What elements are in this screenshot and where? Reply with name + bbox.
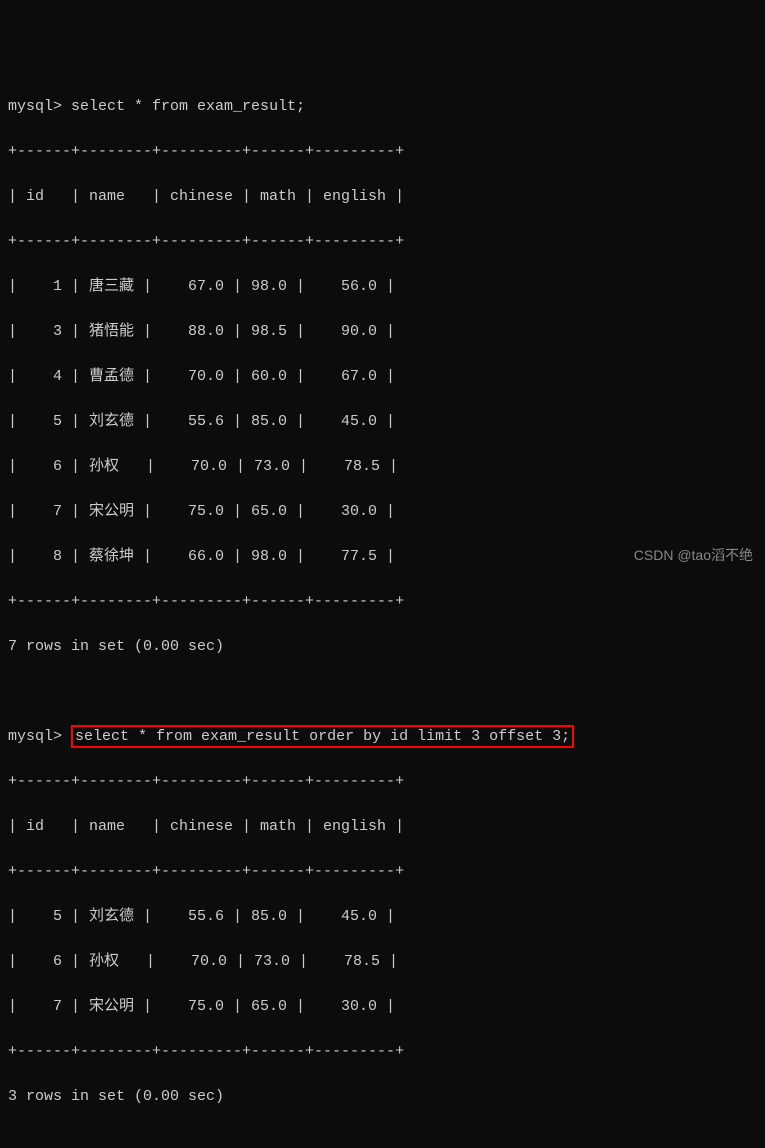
table-row: | 6 | 孙权 | 70.0 | 73.0 | 78.5 | (8, 951, 757, 974)
query2-border-mid: +------+--------+---------+------+------… (8, 861, 757, 884)
blank-line (8, 681, 757, 704)
table-row: | 3 | 猪悟能 | 88.0 | 98.5 | 90.0 | (8, 321, 757, 344)
query1-header: | id | name | chinese | math | english | (8, 186, 757, 209)
query2-summary: 3 rows in set (0.00 sec) (8, 1086, 757, 1109)
query1-prompt-line: mysql> select * from exam_result; (8, 96, 757, 119)
query2-sql-highlighted: select * from exam_result order by id li… (71, 725, 574, 748)
query1-summary: 7 rows in set (0.00 sec) (8, 636, 757, 659)
table-row: | 1 | 唐三藏 | 67.0 | 98.0 | 56.0 | (8, 276, 757, 299)
watermark-text: CSDN @tao滔不绝 (634, 545, 753, 566)
query2-border-bottom: +------+--------+---------+------+------… (8, 1041, 757, 1064)
mysql-prompt: mysql> (8, 728, 62, 745)
table-row: | 7 | 宋公明 | 75.0 | 65.0 | 30.0 | (8, 996, 757, 1019)
query1-border-top: +------+--------+---------+------+------… (8, 141, 757, 164)
table-row: | 5 | 刘玄德 | 55.6 | 85.0 | 45.0 | (8, 411, 757, 434)
table-row: | 7 | 宋公明 | 75.0 | 65.0 | 30.0 | (8, 501, 757, 524)
query1-border-bottom: +------+--------+---------+------+------… (8, 591, 757, 614)
query1-sql: select * from exam_result; (71, 98, 305, 115)
query1-border-mid: +------+--------+---------+------+------… (8, 231, 757, 254)
table-row: | 4 | 曹孟德 | 70.0 | 60.0 | 67.0 | (8, 366, 757, 389)
table-row: | 5 | 刘玄德 | 55.6 | 85.0 | 45.0 | (8, 906, 757, 929)
table-row: | 6 | 孙权 | 70.0 | 73.0 | 78.5 | (8, 456, 757, 479)
query2-border-top: +------+--------+---------+------+------… (8, 771, 757, 794)
query2-header: | id | name | chinese | math | english | (8, 816, 757, 839)
query2-prompt-line: mysql> select * from exam_result order b… (8, 726, 757, 749)
mysql-prompt: mysql> (8, 98, 62, 115)
